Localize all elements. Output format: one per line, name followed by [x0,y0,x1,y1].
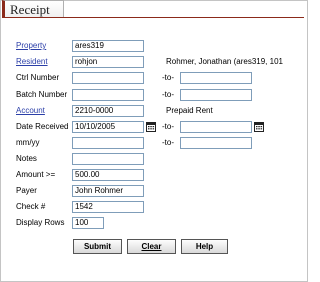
resident-info: Rohmer, Jonathan (ares319, 101 [166,57,283,66]
ctrl-number-label: Ctrl Number [16,73,60,82]
ctrl-number-input[interactable] [72,72,144,84]
check-number-input[interactable]: 1542 [72,201,144,213]
batch-number-to-input[interactable] [180,89,252,101]
display-rows-input[interactable]: 100 [72,217,104,229]
mmyy-input[interactable] [72,137,144,149]
mmyy-to-label: -to- [162,138,174,147]
property-input[interactable]: ares319 [72,40,144,52]
account-link[interactable]: Account [16,106,45,116]
date-received-input[interactable]: 10/10/2005 [72,121,144,133]
calendar-icon[interactable] [254,122,264,132]
mmyy-label: mm/yy [16,138,40,147]
date-received-label: Date Received [16,122,69,131]
date-received-to-label: -to- [162,122,174,131]
notes-input[interactable] [72,153,144,165]
tab-underline [2,17,304,18]
mmyy-to-input[interactable] [180,137,252,149]
batch-number-label: Batch Number [16,90,68,99]
display-rows-label: Display Rows [16,218,65,227]
ctrl-number-to-input[interactable] [180,72,252,84]
resident-input[interactable]: rohjon [72,56,144,68]
resident-link[interactable]: Resident [16,57,48,67]
ctrl-number-to-label: -to- [162,73,174,82]
amount-input[interactable]: 500.00 [72,169,144,181]
help-button[interactable]: Help [181,239,228,254]
date-received-to-input[interactable] [180,121,252,133]
batch-number-to-label: -to- [162,90,174,99]
payer-label: Payer [16,186,37,195]
calendar-icon[interactable] [146,122,156,132]
check-number-label: Check # [16,202,46,211]
account-input[interactable]: 2210-0000 [72,105,144,117]
account-info: Prepaid Rent [166,106,213,115]
clear-button[interactable]: Clear [127,239,176,254]
payer-input[interactable]: John Rohmer [72,185,144,197]
property-link[interactable]: Property [16,41,46,51]
tab-receipt[interactable]: Receipt [2,0,64,18]
notes-label: Notes [16,154,37,163]
amount-label: Amount >= [16,170,56,179]
submit-button[interactable]: Submit [73,239,122,254]
batch-number-input[interactable] [72,89,144,101]
